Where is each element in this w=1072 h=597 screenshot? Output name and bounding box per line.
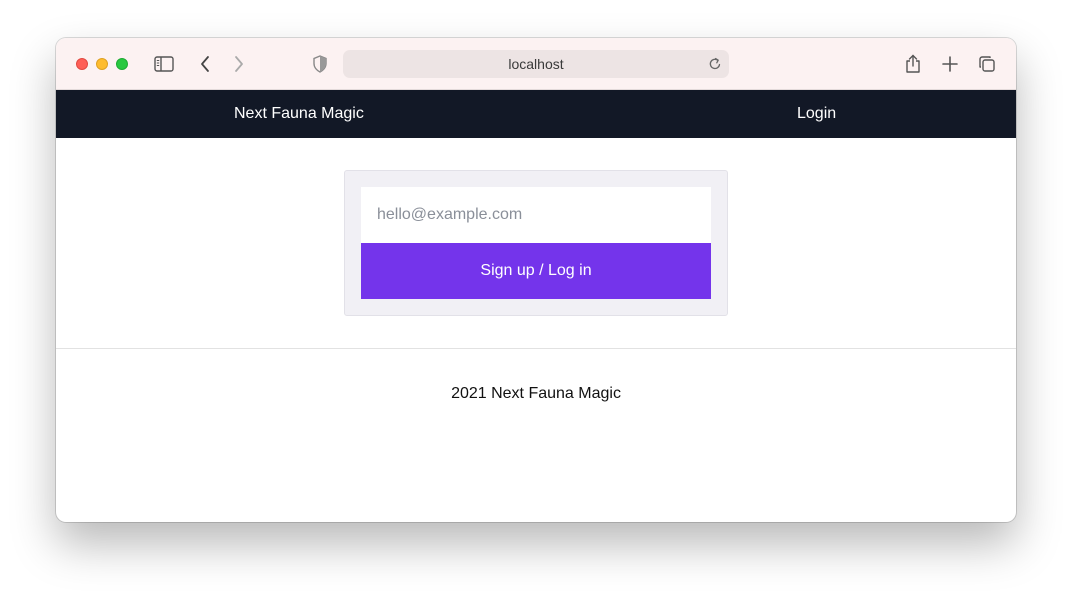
email-input[interactable] <box>361 187 711 243</box>
minimize-window-button[interactable] <box>96 58 108 70</box>
back-icon[interactable] <box>194 53 216 75</box>
top-navbar: Next Fauna Magic Login <box>56 90 1016 138</box>
browser-window: localhost Next Fauna Magic Login hello@e… <box>56 38 1016 522</box>
url-text[interactable]: localhost <box>343 56 729 72</box>
footer-text: 2021 Next Fauna Magic <box>451 385 621 402</box>
login-form-card: Sign up / Log in <box>344 170 728 316</box>
share-icon[interactable] <box>902 53 924 75</box>
close-window-button[interactable] <box>76 58 88 70</box>
brand-title[interactable]: Next Fauna Magic <box>234 105 364 123</box>
tab-overview-icon[interactable] <box>976 53 998 75</box>
privacy-shield-icon[interactable] <box>309 53 331 75</box>
sidebar-icon[interactable] <box>153 53 175 75</box>
browser-titlebar: localhost <box>56 38 1016 90</box>
address-bar[interactable]: localhost <box>343 50 729 78</box>
footer-divider <box>56 348 1016 349</box>
zoom-window-button[interactable] <box>116 58 128 70</box>
reload-icon[interactable] <box>707 56 723 72</box>
sign-up-login-button[interactable]: Sign up / Log in <box>361 243 711 299</box>
login-link[interactable]: Login <box>797 105 836 123</box>
forward-icon[interactable] <box>228 53 250 75</box>
new-tab-icon[interactable] <box>939 53 961 75</box>
